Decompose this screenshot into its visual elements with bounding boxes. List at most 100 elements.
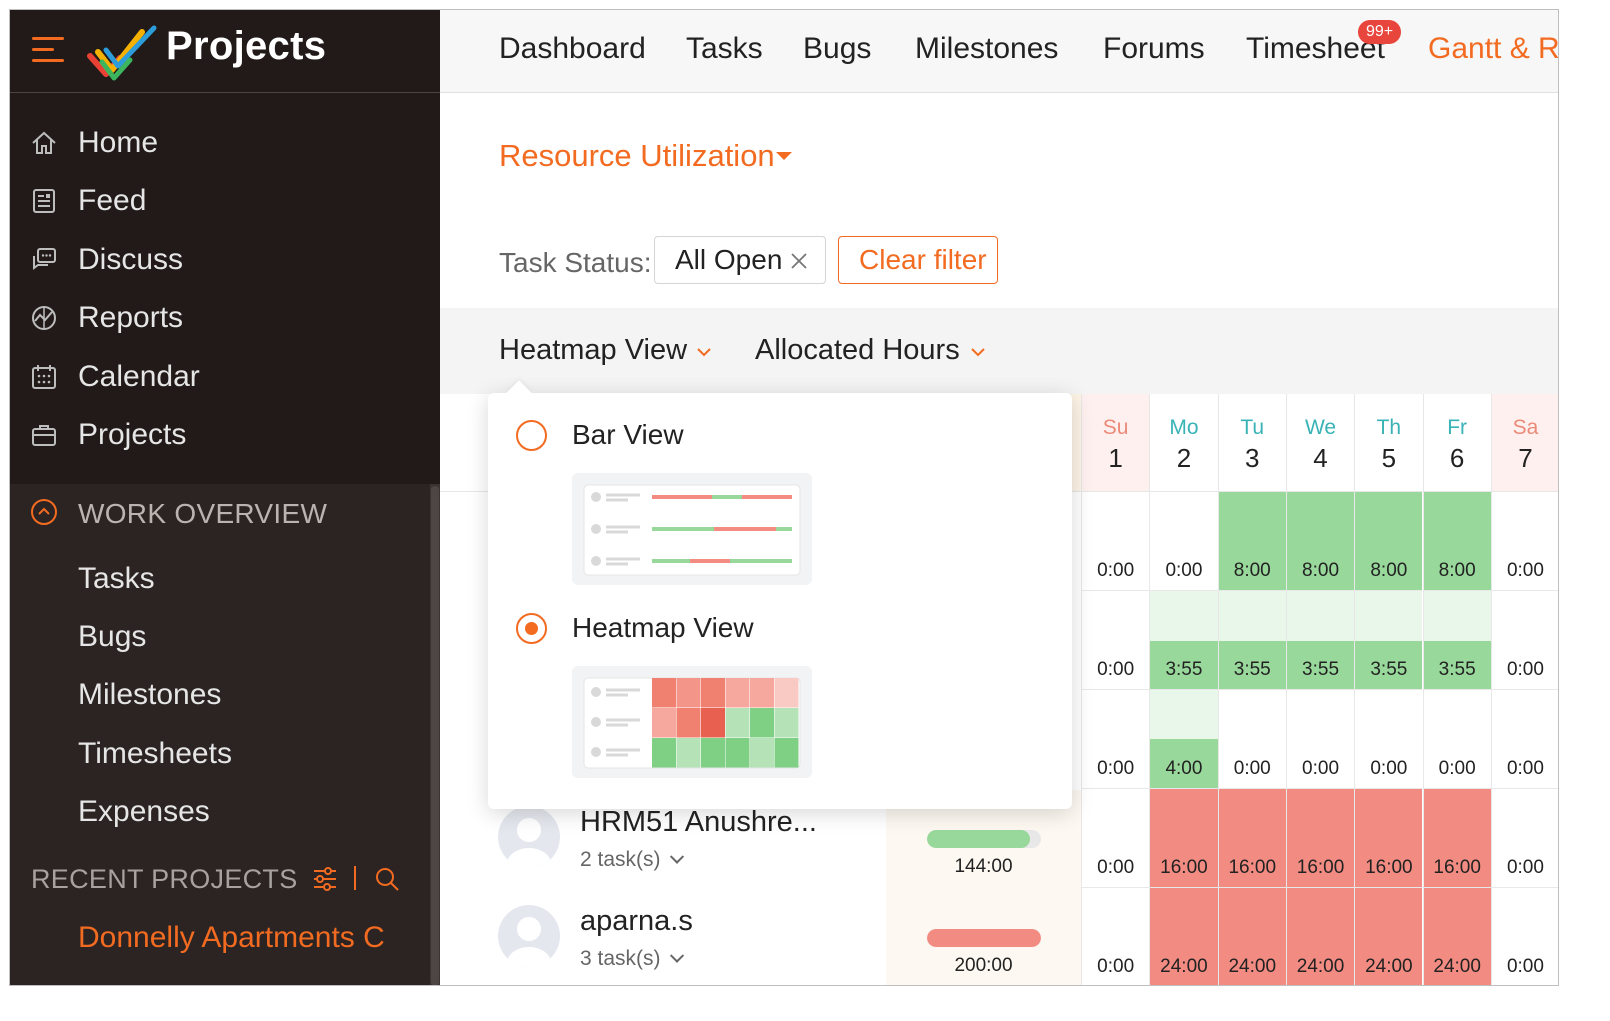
bar-view-preview[interactable]	[572, 473, 812, 585]
table-row[interactable]: aparna.s 3 task(s)	[440, 889, 885, 985]
close-icon[interactable]	[789, 251, 809, 271]
day-header: Th 5	[1354, 394, 1423, 491]
heatmap-cell[interactable]: 0:00	[1081, 690, 1150, 789]
heatmap-cell[interactable]: 16:00	[1217, 789, 1286, 888]
metric-dropdown[interactable]: Allocated Hours	[755, 334, 960, 367]
heatmap-view-preview[interactable]	[572, 666, 812, 778]
chevron-down-icon[interactable]	[970, 344, 986, 360]
day-name: Fr	[1447, 416, 1468, 439]
view-type-dropdown[interactable]: Heatmap View	[499, 334, 687, 367]
heatmap-cell[interactable]: 3:55	[1354, 591, 1423, 690]
heatmap-view-label: Heatmap View	[572, 612, 754, 643]
task-count[interactable]: 3 task(s)	[580, 947, 685, 971]
heatmap-cell[interactable]: 0:00	[1285, 690, 1355, 789]
heatmap-cell[interactable]: 0:00	[1490, 789, 1558, 888]
menu-icon[interactable]	[32, 37, 64, 63]
heatmap-cell[interactable]: 3:55	[1149, 591, 1218, 690]
work-item-timesheets[interactable]: Timesheets	[78, 737, 232, 771]
tab-tasks[interactable]: Tasks	[686, 32, 763, 66]
tab-gantt[interactable]: Gantt & Re	[1428, 32, 1558, 66]
allocated-hours: 200:00	[954, 955, 1013, 976]
work-item-tasks[interactable]: Tasks	[78, 562, 155, 596]
thumbnail-heat-square	[676, 678, 701, 708]
heatmap-cell[interactable]: 4:00	[1149, 690, 1218, 789]
sidebar-item-home[interactable]: Home	[10, 116, 440, 170]
day-number: 1	[1108, 443, 1123, 473]
heatmap-cell[interactable]: 16:00	[1149, 789, 1218, 888]
sidebar-item-projects[interactable]: Projects	[10, 408, 440, 462]
cell-hours: 0:00	[1506, 659, 1544, 680]
heatmap-cell[interactable]: 24:00	[1285, 888, 1355, 985]
heatmap-cell[interactable]: 0:00	[1490, 888, 1558, 985]
heatmap-cell[interactable]: 16:00	[1285, 789, 1355, 888]
heatmap-cell[interactable]: 24:00	[1149, 888, 1218, 985]
sidebar-item-calendar[interactable]: Calendar	[10, 350, 440, 404]
cell-hours: 0:00	[1302, 758, 1340, 779]
heatmap-cell[interactable]: 8:00	[1354, 492, 1423, 591]
user-name[interactable]: HRM51 Anushre...	[580, 806, 817, 839]
day-header: Fr 6	[1422, 394, 1491, 491]
heatmap-cell[interactable]: 24:00	[1422, 888, 1491, 985]
recent-project-item[interactable]: Donnelly Apartments C	[78, 921, 388, 955]
chevron-down-icon[interactable]	[696, 344, 712, 360]
day-number: 7	[1518, 443, 1533, 473]
bar-view-thumbnail	[583, 484, 801, 576]
user-name[interactable]: aparna.s	[580, 905, 693, 938]
heatmap-cell[interactable]: 0:00	[1490, 591, 1558, 690]
sidebar-item-discuss[interactable]: Discuss	[10, 233, 440, 287]
cell-hours: 0:00	[1097, 956, 1135, 977]
app-frame: Projects Home Feed Discuss Reports Calen…	[0, 0, 1610, 1021]
heatmap-cell[interactable]: 0:00	[1081, 492, 1150, 591]
work-overview-header[interactable]: WORK OVERVIEW	[10, 484, 430, 544]
cell-hours: 16:00	[1160, 857, 1208, 878]
work-item-bugs[interactable]: Bugs	[78, 620, 146, 654]
heatmap-cell[interactable]: 16:00	[1422, 789, 1491, 888]
heatmap-cell[interactable]: 24:00	[1354, 888, 1423, 985]
heatmap-cell[interactable]: 8:00	[1422, 492, 1491, 591]
heatmap-cell[interactable]: 3:55	[1422, 591, 1491, 690]
tab-dashboard[interactable]: Dashboard	[499, 32, 646, 66]
day-number: 5	[1381, 443, 1397, 473]
caret-down-icon[interactable]	[776, 152, 792, 160]
heatmap-cell[interactable]: 0:00	[1354, 690, 1423, 789]
heatmap-cell[interactable]: 8:00	[1285, 492, 1355, 591]
heatmap-cell[interactable]: 0:00	[1490, 492, 1558, 591]
radio-selected[interactable]	[516, 613, 547, 644]
cell-hours: 3:55	[1233, 659, 1271, 680]
heatmap-cell[interactable]: 8:00	[1217, 492, 1286, 591]
day-header: Mo 2	[1149, 394, 1218, 491]
logo-icon	[87, 25, 157, 81]
tab-bugs[interactable]: Bugs	[803, 32, 871, 66]
heatmap-cell[interactable]: 0:00	[1081, 789, 1150, 888]
heatmap-cell[interactable]: 24:00	[1217, 888, 1286, 985]
radio-unselected[interactable]	[516, 420, 547, 451]
heatmap-cell[interactable]: 3:55	[1285, 591, 1355, 690]
thumbnail-heat-square	[652, 678, 676, 708]
heatmap-cell[interactable]: 0:00	[1081, 591, 1150, 690]
clear-filter-button[interactable]: Clear filter	[838, 236, 998, 284]
work-overview-section: WORK OVERVIEW Tasks Bugs Milestones Time…	[10, 484, 430, 985]
heatmap-cell[interactable]: 16:00	[1354, 789, 1423, 888]
thumbnail-heat-square	[725, 678, 750, 708]
heatmap-cell[interactable]: 0:00	[1422, 690, 1491, 789]
report-selector[interactable]: Resource Utilization	[499, 138, 775, 174]
task-status-filter-chip[interactable]: All Open	[654, 236, 826, 284]
heatmap-cell[interactable]: 0:00	[1217, 690, 1286, 789]
tab-milestones[interactable]: Milestones	[915, 32, 1058, 66]
heatmap-cell[interactable]: 0:00	[1081, 888, 1150, 985]
sidebar-item-label: Reports	[78, 301, 184, 334]
search-icon[interactable]	[374, 866, 400, 892]
heatmap-cell[interactable]: 3:55	[1217, 591, 1286, 690]
cell-hours: 8:00	[1438, 560, 1476, 581]
tab-forums[interactable]: Forums	[1103, 32, 1205, 66]
heatmap-cell[interactable]: 0:00	[1490, 690, 1558, 789]
work-item-milestones[interactable]: Milestones	[78, 678, 221, 712]
task-count[interactable]: 2 task(s)	[580, 848, 685, 872]
sidebar-item-reports[interactable]: Reports	[10, 291, 440, 345]
filter-sliders-icon[interactable]	[312, 866, 338, 892]
work-item-expenses[interactable]: Expenses	[78, 795, 210, 829]
cell-hours: 0:00	[1506, 857, 1544, 878]
sidebar-item-feed[interactable]: Feed	[10, 174, 440, 228]
sidebar-scroll-thumb[interactable]	[431, 486, 439, 985]
heatmap-cell[interactable]: 0:00	[1149, 492, 1218, 591]
